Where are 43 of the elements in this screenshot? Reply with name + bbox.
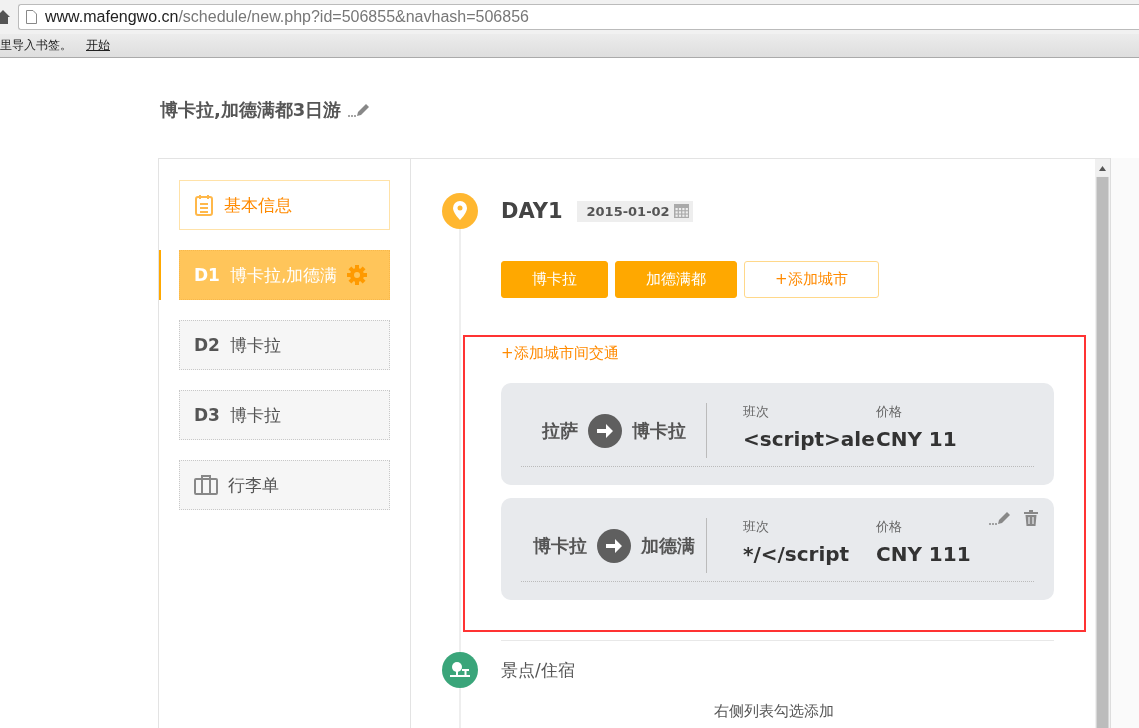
day-code: D2 xyxy=(194,335,220,355)
calendar-icon xyxy=(673,204,689,218)
tree-icon xyxy=(442,652,478,688)
sidebar-item[interactable]: D3 博卡拉 xyxy=(179,390,390,440)
shift-label: 班次 xyxy=(743,403,770,421)
trip-title: 博卡拉,加德满都3日游 xyxy=(160,98,342,122)
notepad-icon xyxy=(194,194,214,216)
from-city: 拉萨 xyxy=(541,418,578,443)
suitcase-icon xyxy=(194,475,218,495)
sidebar-label: 基本信息 xyxy=(224,193,292,217)
home-icon[interactable] xyxy=(0,10,10,24)
shift-value: <script>ale xyxy=(743,427,876,451)
sidebar-item[interactable]: 行李单 xyxy=(179,460,390,510)
bookmark-hint: 里导入书签。 xyxy=(0,37,72,54)
url-field[interactable]: www.mafengwo.cn/schedule/new.php?id=506855&navhash=506856 xyxy=(18,4,1139,30)
sidebar-label: 博卡拉 xyxy=(229,403,281,427)
location-pin-icon xyxy=(442,193,478,229)
from-city: 博卡拉 xyxy=(532,533,587,558)
arrow-right-icon xyxy=(587,413,622,448)
sidebar-label: 博卡拉,加德满 xyxy=(229,263,338,287)
day-code: D3 xyxy=(194,405,220,425)
arrow-right-icon xyxy=(596,528,631,563)
shift-label: 班次 xyxy=(743,518,770,536)
price-label: 价格 xyxy=(876,403,903,421)
to-city: 加德满 xyxy=(640,533,695,558)
page-icon xyxy=(26,10,37,24)
sidebar-item[interactable]: D2 博卡拉 xyxy=(179,320,390,370)
edit-icon[interactable] xyxy=(347,102,372,118)
edit-icon[interactable] xyxy=(988,510,1012,526)
date-tag[interactable]: 2015-01-02 xyxy=(576,200,693,222)
sidebar-label: 博卡拉 xyxy=(229,333,281,357)
price-value: CNY 111 xyxy=(876,542,971,566)
delete-icon[interactable] xyxy=(1024,510,1038,526)
sidebar-label: 行李单 xyxy=(228,473,279,497)
shift-value: */</script xyxy=(743,542,851,566)
day-title: DAY1 xyxy=(501,199,563,223)
poi-title: 景点/住宿 xyxy=(501,658,575,682)
price-value: CNY 11 xyxy=(876,427,957,451)
price-label: 价格 xyxy=(876,518,903,536)
bookmark-link[interactable]: 开始 xyxy=(86,37,110,54)
poi-hint: 右侧列表勾选添加 xyxy=(714,702,834,721)
to-city: 博卡拉 xyxy=(631,418,686,443)
day-code: D1 xyxy=(194,265,220,285)
